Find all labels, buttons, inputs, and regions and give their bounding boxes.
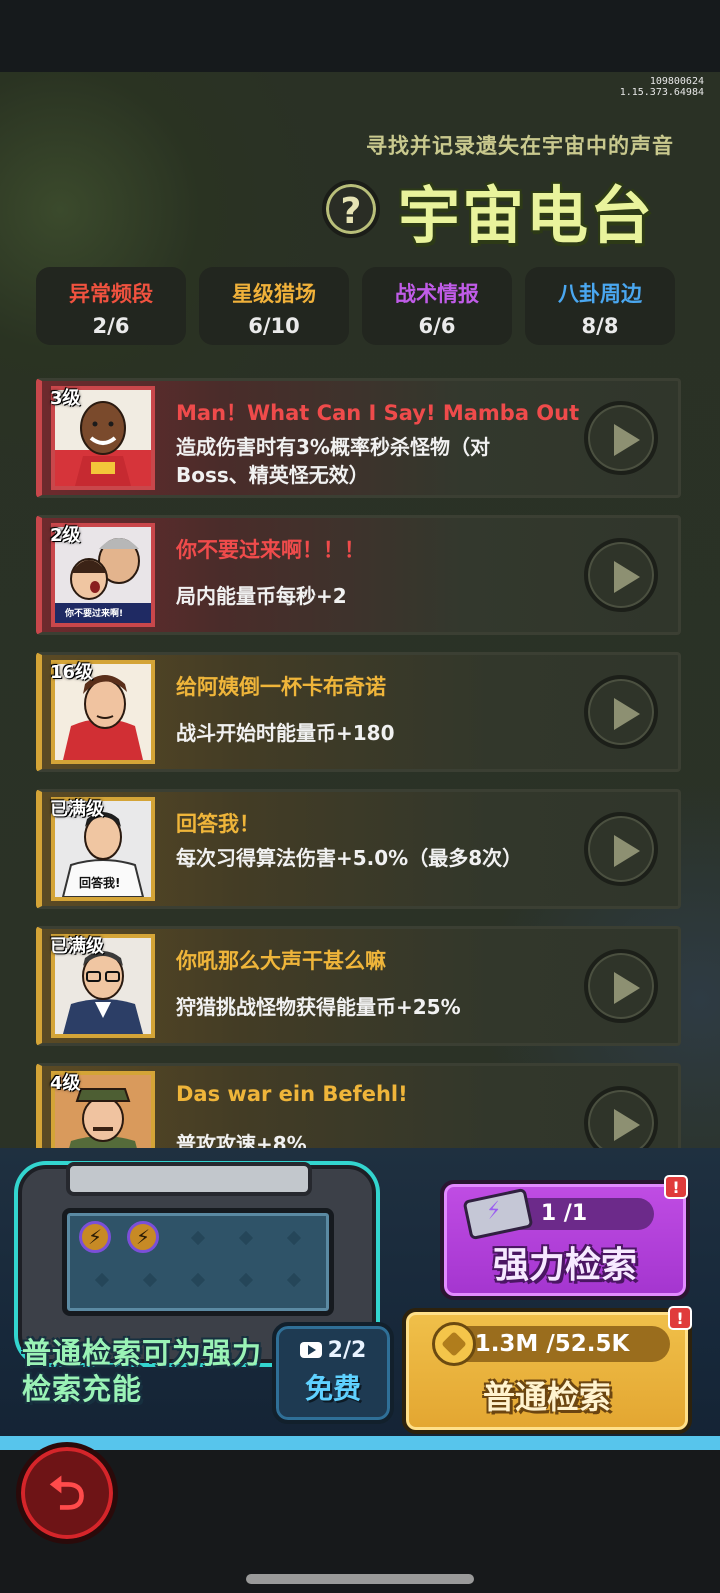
- empty-slot-icon: [142, 1272, 158, 1288]
- tab-label: 异常频段: [69, 282, 153, 306]
- ad-label: 免费: [304, 1372, 361, 1405]
- back-arrow-icon: ⮌: [48, 1466, 86, 1520]
- empty-slot-icon: [286, 1272, 302, 1288]
- category-tabs: 异常频段 2/6 星级猎场 6/10 战术情报 6/6 八卦周边 8/8: [36, 267, 686, 347]
- tab-label: 战术情报: [395, 282, 479, 306]
- tab-star-hunting[interactable]: 星级猎场 6/10: [199, 267, 349, 345]
- status-bar: [0, 0, 720, 72]
- version-info: 109800624 1.15.373.64984: [620, 76, 704, 98]
- clip-title: 你不要过来啊！！！: [176, 538, 365, 562]
- tab-abnormal-band[interactable]: 异常频段 2/6: [36, 267, 186, 345]
- ad-count: 2/2: [327, 1338, 367, 1363]
- empty-slot-icon: [190, 1230, 206, 1246]
- clip-title: 给阿姨倒一杯卡布奇诺: [176, 675, 386, 699]
- clip-description: 每次习得算法伤害+5.0%（最多8次）: [176, 846, 523, 870]
- clip-title: Das war ein Befehl!: [176, 1082, 408, 1106]
- home-indicator[interactable]: [246, 1574, 474, 1584]
- alert-badge: !: [664, 1175, 688, 1199]
- lightning-icon: ⚡: [135, 1225, 151, 1249]
- play-button[interactable]: [584, 675, 658, 749]
- tab-count: 2/6: [92, 314, 130, 338]
- lightning-icon: ⚡: [87, 1225, 103, 1249]
- clip-level: 16级: [50, 662, 94, 683]
- clip-title: 回答我！: [176, 812, 260, 836]
- radio-clip-card[interactable]: 3级 Man！What Can I Say! Mamba Out 造成伤害时有3…: [36, 378, 681, 498]
- tab-label: 星级猎场: [232, 282, 316, 306]
- radio-screen-root: 109800624 1.15.373.64984 寻找并记录遗失在宇宙中的声音 …: [0, 0, 720, 1593]
- tab-gossip[interactable]: 八卦周边 8/8: [525, 267, 675, 345]
- clip-level: 已满级: [50, 936, 104, 957]
- alert-badge: !: [668, 1306, 692, 1330]
- strong-search-button[interactable]: 1 /1 强力检索: [440, 1180, 690, 1300]
- version-line-2: 1.15.373.64984: [619, 87, 704, 98]
- empty-slot-icon: [94, 1272, 110, 1288]
- tab-tactical-intel[interactable]: 战术情报 6/6: [362, 267, 512, 345]
- empty-slot-icon: [286, 1230, 302, 1246]
- play-button[interactable]: [584, 812, 658, 886]
- tab-count: 8/8: [581, 314, 619, 338]
- play-button[interactable]: [584, 949, 658, 1023]
- radio-clip-card[interactable]: 你不要过来啊! 2级 你不要过来啊！！！ 局内能量币每秒+2: [36, 515, 681, 635]
- radio-clip-card[interactable]: 16级 给阿姨倒一杯卡布奇诺 战斗开始时能量币+180: [36, 652, 681, 772]
- normal-search-button[interactable]: 1.3M /52.5K 普通检索: [402, 1308, 692, 1434]
- tab-count: 6/10: [248, 314, 300, 338]
- back-button[interactable]: ⮌: [16, 1442, 118, 1544]
- clip-level: 2级: [50, 525, 81, 546]
- radio-clip-card[interactable]: 回答我! 已满级 回答我！ 每次习得算法伤害+5.0%（最多8次）: [36, 789, 681, 909]
- radio-clip-list[interactable]: 3级 Man！What Can I Say! Mamba Out 造成伤害时有3…: [36, 378, 686, 1166]
- video-ad-icon: [299, 1342, 322, 1358]
- strong-search-label: 强力检索: [492, 1245, 637, 1286]
- portrait-caption: 你不要过来啊!: [65, 609, 124, 619]
- empty-slot-icon: [190, 1272, 206, 1288]
- empty-slot-icon: [238, 1230, 254, 1246]
- charge-hint-text: 普通检索可为强力检索充能: [22, 1336, 263, 1406]
- tab-count: 6/6: [418, 314, 456, 338]
- clip-title: 你吼那么大声干甚么嘛: [176, 949, 386, 973]
- battery-icon: [462, 1187, 534, 1241]
- ad-count-row: 2/2: [276, 1338, 390, 1363]
- coin-icon: [432, 1322, 476, 1366]
- clip-title: Man！What Can I Say! Mamba Out: [176, 401, 580, 425]
- radio-handle: [66, 1162, 312, 1196]
- play-button[interactable]: [584, 538, 658, 612]
- clip-description: 战斗开始时能量币+180: [176, 721, 395, 745]
- help-button[interactable]: ?: [322, 180, 380, 238]
- clip-level: 3级: [50, 388, 81, 409]
- clip-level: 已满级: [50, 799, 104, 820]
- page-title: 宇宙电台: [398, 179, 655, 252]
- clip-level: 4级: [50, 1073, 81, 1094]
- charge-display: ⚡ ⚡: [62, 1208, 334, 1316]
- radio-clip-card[interactable]: 已满级 你吼那么大声干甚么嘛 狩猎挑战怪物获得能量币+25%: [36, 926, 681, 1046]
- portrait-caption: 回答我!: [79, 876, 121, 890]
- tab-label: 八卦周边: [558, 282, 642, 306]
- normal-search-label: 普通检索: [482, 1378, 611, 1416]
- charge-slot-filled: ⚡: [79, 1221, 111, 1253]
- clip-description: 造成伤害时有3%概率秒杀怪物（对Boss、精英怪无效）: [176, 435, 490, 487]
- empty-slot-icon: [238, 1272, 254, 1288]
- clip-description: 狩猎挑战怪物获得能量币+25%: [176, 995, 461, 1019]
- charge-slot-filled: ⚡: [127, 1221, 159, 1253]
- clip-description: 局内能量币每秒+2: [176, 584, 347, 608]
- version-line-1: 109800624: [649, 76, 704, 87]
- page-subtitle: 寻找并记录遗失在宇宙中的声音: [366, 134, 674, 158]
- play-button[interactable]: [584, 401, 658, 475]
- free-ad-button[interactable]: 2/2 免费: [272, 1322, 394, 1424]
